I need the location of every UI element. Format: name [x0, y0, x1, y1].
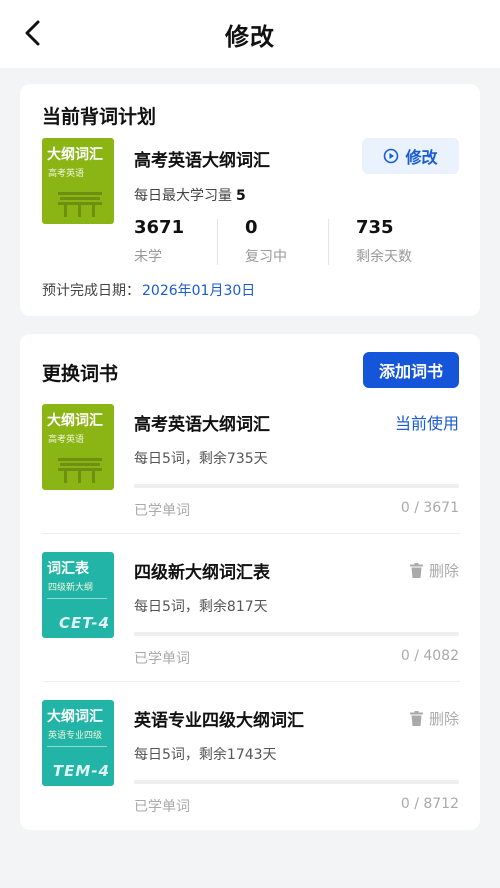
cover-title: 大纲词汇	[47, 147, 103, 163]
daily-label: 每日最大学习量	[134, 188, 232, 204]
books-illustration-icon	[58, 458, 102, 483]
learned-label: 已学单词	[134, 503, 190, 519]
finish-label: 预计完成日期：	[42, 283, 140, 299]
play-circle-icon	[384, 148, 399, 164]
delete-label: 删除	[428, 562, 459, 580]
book-meta: 每日5词，剩余817天	[134, 599, 268, 615]
stat-label: 剩余天数	[356, 249, 412, 265]
stat-label: 复习中	[245, 249, 287, 265]
cover-divider	[47, 598, 107, 599]
book-cover: 大纲词汇 高考英语	[42, 404, 114, 490]
books-section-title: 更换词书	[42, 363, 119, 385]
cover-title: 大纲词汇	[47, 709, 103, 725]
change-book-card: 更换词书 添加词书 大纲词汇 高考英语 高考英语大纲词汇 当前使用 每日5词，剩…	[20, 334, 480, 830]
modify-label: 修改	[405, 148, 438, 167]
plan-book-cover: 大纲词汇 高考英语	[42, 138, 114, 224]
stat-value: 735	[356, 217, 394, 238]
divider	[42, 533, 460, 534]
book-item[interactable]: 大纲词汇 高考英语 高考英语大纲词汇 当前使用 每日5词，剩余735天 已学单词…	[20, 404, 480, 552]
cover-subtitle: 高考英语	[48, 435, 85, 445]
cover-title: 大纲词汇	[47, 413, 103, 429]
cover-tag: CET-4	[59, 614, 110, 632]
cover-divider	[47, 746, 107, 747]
trash-icon	[409, 711, 423, 726]
cover-subtitle: 四级新大纲	[48, 583, 94, 593]
progress-bar	[134, 484, 459, 488]
book-meta: 每日5词，剩余735天	[134, 451, 268, 467]
book-item[interactable]: 词汇表 四级新大纲 CET-4 四级新大纲词汇表 删除 每日5词，剩余817天 …	[20, 552, 480, 700]
finish-date-line: 预计完成日期： 2026年01月30日	[42, 280, 255, 300]
chevron-left-icon	[25, 20, 40, 46]
learned-label: 已学单词	[134, 799, 190, 815]
top-bar: 修改	[0, 0, 500, 68]
back-button[interactable]	[18, 18, 48, 48]
book-item[interactable]: 大纲词汇 英语专业四级 TEM-4 英语专业四级大纲词汇 删除 每日5词，剩余1…	[20, 700, 480, 848]
learned-count: 0 / 8712	[400, 796, 459, 812]
current-use-label[interactable]: 当前使用	[395, 410, 459, 434]
book-cover: 大纲词汇 英语专业四级 TEM-4	[42, 700, 114, 786]
plan-section-title: 当前背词计划	[42, 106, 157, 128]
stat-days-left: 735 剩余天数	[356, 217, 412, 266]
stat-value: 0	[245, 217, 258, 238]
book-name: 英语专业四级大纲词汇	[134, 711, 304, 731]
stat-value: 3671	[134, 217, 185, 238]
trash-icon	[409, 563, 423, 578]
modify-button[interactable]: 修改	[362, 138, 459, 174]
stat-unlearned: 3671 未学	[134, 217, 184, 266]
book-meta: 每日5词，剩余1743天	[134, 747, 277, 763]
current-plan-card: 当前背词计划 大纲词汇 高考英语 高考英语大纲词汇 修改 每日最大学习量 5 36…	[20, 84, 480, 316]
learned-label: 已学单词	[134, 651, 190, 667]
cover-subtitle: 高考英语	[48, 169, 85, 179]
cover-subtitle: 英语专业四级	[48, 731, 103, 741]
finish-date: 2026年01月30日	[142, 283, 256, 299]
plan-book-name: 高考英语大纲词汇	[134, 151, 270, 171]
cover-title: 词汇表	[47, 561, 89, 577]
progress-bar	[134, 780, 459, 784]
learned-count: 0 / 4082	[400, 648, 459, 664]
delete-button[interactable]: 删除	[409, 560, 459, 581]
stat-reviewing: 0 复习中	[245, 217, 287, 266]
delete-label: 删除	[428, 710, 459, 728]
page-title: 修改	[225, 22, 275, 51]
delete-button[interactable]: 删除	[409, 708, 459, 729]
daily-max: 每日最大学习量 5	[134, 185, 246, 205]
divider	[42, 681, 460, 682]
books-illustration-icon	[58, 192, 102, 217]
daily-value: 5	[236, 188, 246, 204]
book-name: 四级新大纲词汇表	[134, 563, 270, 583]
add-book-button[interactable]: 添加词书	[363, 352, 459, 388]
book-cover: 词汇表 四级新大纲 CET-4	[42, 552, 114, 638]
divider	[217, 219, 218, 265]
stat-label: 未学	[134, 249, 162, 265]
book-name: 高考英语大纲词汇	[134, 415, 270, 435]
learned-count: 0 / 3671	[400, 500, 459, 516]
progress-bar	[134, 632, 459, 636]
divider	[328, 219, 329, 265]
cover-tag: TEM-4	[52, 762, 110, 780]
